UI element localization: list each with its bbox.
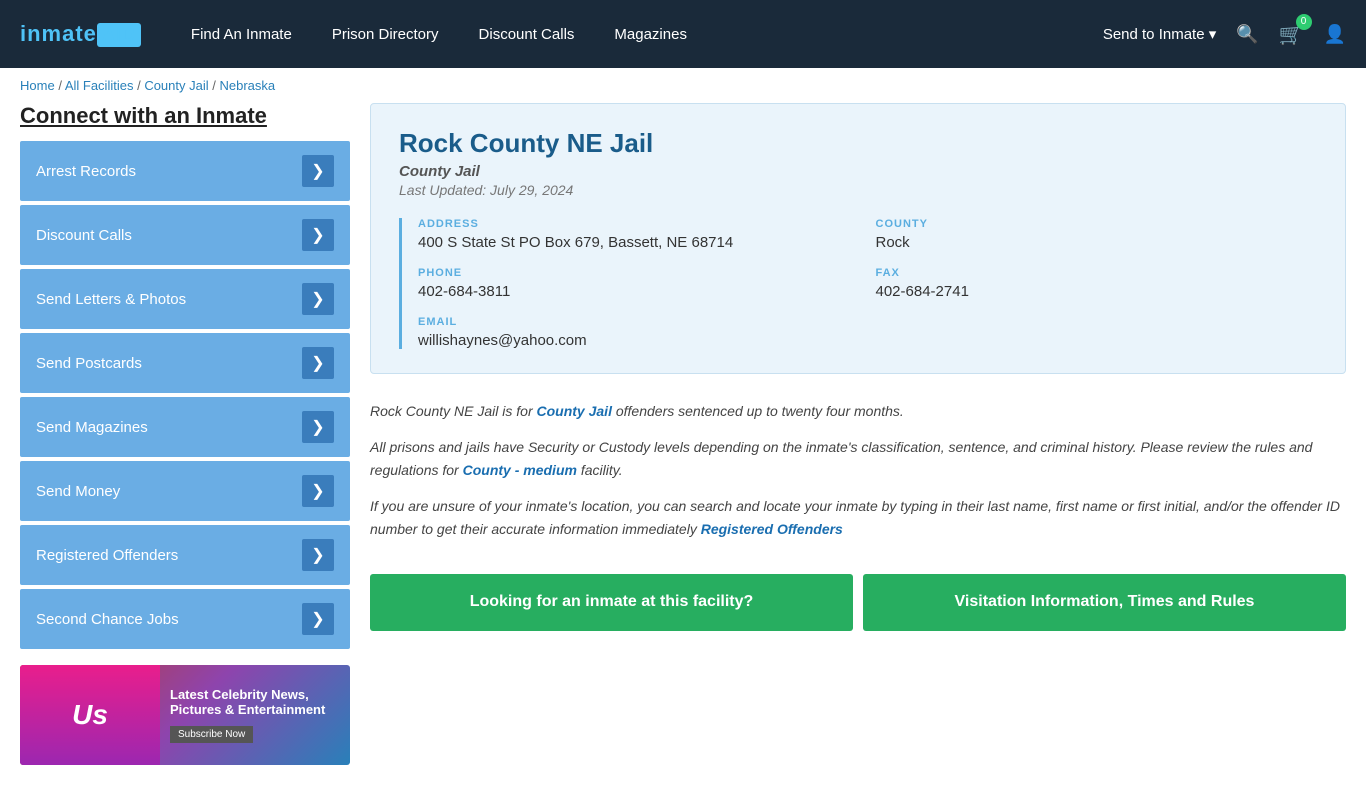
address-block: ADDRESS 400 S State St PO Box 679, Basse… (418, 218, 860, 251)
cart-wrapper[interactable]: 🛒 0 (1279, 22, 1304, 47)
ad-title: Latest Celebrity News, Pictures & Entert… (170, 687, 340, 717)
nav: Find An Inmate Prison Directory Discount… (191, 26, 1073, 43)
facility-type: County Jail (399, 163, 1317, 180)
sidebar-arrow: ❯ (302, 283, 334, 315)
sidebar-menu: Arrest Records ❯ Discount Calls ❯ Send L… (20, 141, 350, 649)
logo[interactable]: inmateAID (20, 21, 141, 47)
nav-find-inmate[interactable]: Find An Inmate (191, 26, 292, 43)
facility-name: Rock County NE Jail (399, 128, 1317, 159)
find-inmate-button[interactable]: Looking for an inmate at this facility? (370, 574, 853, 631)
nav-magazines[interactable]: Magazines (614, 26, 687, 43)
county-block: COUNTY Rock (876, 218, 1318, 251)
sidebar-item-send-postcards[interactable]: Send Postcards ❯ (20, 333, 350, 393)
address-label: ADDRESS (418, 218, 860, 230)
fax-label: FAX (876, 267, 1318, 279)
desc-para-3: If you are unsure of your inmate's locat… (370, 495, 1346, 540)
breadcrumb-home[interactable]: Home (20, 78, 55, 93)
user-icon[interactable]: 👤 (1324, 24, 1346, 45)
nav-send-to-inmate[interactable]: Send to Inmate ▾ (1103, 25, 1216, 43)
email-label: EMAIL (418, 316, 1317, 328)
phone-value: 402-684-3811 (418, 283, 860, 300)
sidebar-item-send-letters[interactable]: Send Letters & Photos ❯ (20, 269, 350, 329)
county-value: Rock (876, 234, 1318, 251)
breadcrumb-all-facilities[interactable]: All Facilities (65, 78, 134, 93)
sidebar-item-discount-calls[interactable]: Discount Calls ❯ (20, 205, 350, 265)
sidebar-item-send-magazines[interactable]: Send Magazines ❯ (20, 397, 350, 457)
sidebar-arrow: ❯ (302, 219, 334, 251)
sidebar-item-label: Registered Offenders (36, 547, 178, 564)
sidebar-arrow: ❯ (302, 155, 334, 187)
content: Rock County NE Jail County Jail Last Upd… (370, 103, 1346, 765)
desc-para-1: Rock County NE Jail is for County Jail o… (370, 400, 1346, 422)
fax-value: 402-684-2741 (876, 283, 1318, 300)
nav-prison-directory[interactable]: Prison Directory (332, 26, 439, 43)
breadcrumb-state[interactable]: Nebraska (219, 78, 275, 93)
desc-para-2: All prisons and jails have Security or C… (370, 436, 1346, 481)
sidebar-arrow: ❯ (302, 603, 334, 635)
address-value: 400 S State St PO Box 679, Bassett, NE 6… (418, 234, 860, 251)
main-layout: Connect with an Inmate Arrest Records ❯ … (0, 103, 1366, 785)
ad-logo: Us (72, 699, 108, 731)
sidebar-item-label: Send Postcards (36, 355, 142, 372)
logo-text: inmateAID (20, 21, 141, 47)
ad-banner-content: Latest Celebrity News, Pictures & Entert… (160, 677, 350, 753)
sidebar-arrow: ❯ (302, 475, 334, 507)
facility-details: ADDRESS 400 S State St PO Box 679, Basse… (399, 218, 1317, 349)
email-block: EMAIL willishaynes@yahoo.com (418, 316, 1317, 349)
nav-discount-calls[interactable]: Discount Calls (479, 26, 575, 43)
sidebar-item-label: Send Money (36, 483, 120, 500)
sidebar-arrow: ❯ (302, 411, 334, 443)
visitation-button[interactable]: Visitation Information, Times and Rules (863, 574, 1346, 631)
logo-aid: AID (97, 23, 141, 47)
county-medium-link[interactable]: County - medium (463, 462, 577, 478)
sidebar-item-arrest-records[interactable]: Arrest Records ❯ (20, 141, 350, 201)
sidebar-item-label: Discount Calls (36, 227, 132, 244)
sidebar-item-registered-offenders[interactable]: Registered Offenders ❯ (20, 525, 350, 585)
sidebar-item-label: Send Magazines (36, 419, 148, 436)
sidebar: Connect with an Inmate Arrest Records ❯ … (20, 103, 350, 765)
county-jail-link[interactable]: County Jail (537, 403, 612, 419)
ad-banner[interactable]: Us Latest Celebrity News, Pictures & Ent… (20, 665, 350, 765)
bottom-buttons: Looking for an inmate at this facility? … (370, 574, 1346, 631)
search-icon[interactable]: 🔍 (1236, 24, 1258, 45)
ad-subscribe-button[interactable]: Subscribe Now (170, 726, 253, 743)
fax-block: FAX 402-684-2741 (876, 267, 1318, 300)
email-value: willishaynes@yahoo.com (418, 332, 1317, 349)
sidebar-item-second-chance-jobs[interactable]: Second Chance Jobs ❯ (20, 589, 350, 649)
sidebar-title: Connect with an Inmate (20, 103, 350, 129)
facility-updated: Last Updated: July 29, 2024 (399, 182, 1317, 198)
ad-banner-image: Us (20, 665, 160, 765)
sidebar-arrow: ❯ (302, 539, 334, 571)
sidebar-item-send-money[interactable]: Send Money ❯ (20, 461, 350, 521)
cart-badge: 0 (1296, 14, 1312, 30)
phone-label: PHONE (418, 267, 860, 279)
sidebar-item-label: Second Chance Jobs (36, 611, 179, 628)
county-label: COUNTY (876, 218, 1318, 230)
sidebar-item-label: Send Letters & Photos (36, 291, 186, 308)
header: inmateAID Find An Inmate Prison Director… (0, 0, 1366, 68)
description: Rock County NE Jail is for County Jail o… (370, 390, 1346, 564)
breadcrumb: Home / All Facilities / County Jail / Ne… (0, 68, 1366, 103)
phone-block: PHONE 402-684-3811 (418, 267, 860, 300)
registered-offenders-link[interactable]: Registered Offenders (701, 521, 843, 537)
nav-right: Send to Inmate ▾ 🔍 🛒 0 👤 (1103, 22, 1346, 47)
sidebar-item-label: Arrest Records (36, 163, 136, 180)
facility-card: Rock County NE Jail County Jail Last Upd… (370, 103, 1346, 374)
sidebar-arrow: ❯ (302, 347, 334, 379)
breadcrumb-county-jail[interactable]: County Jail (144, 78, 208, 93)
